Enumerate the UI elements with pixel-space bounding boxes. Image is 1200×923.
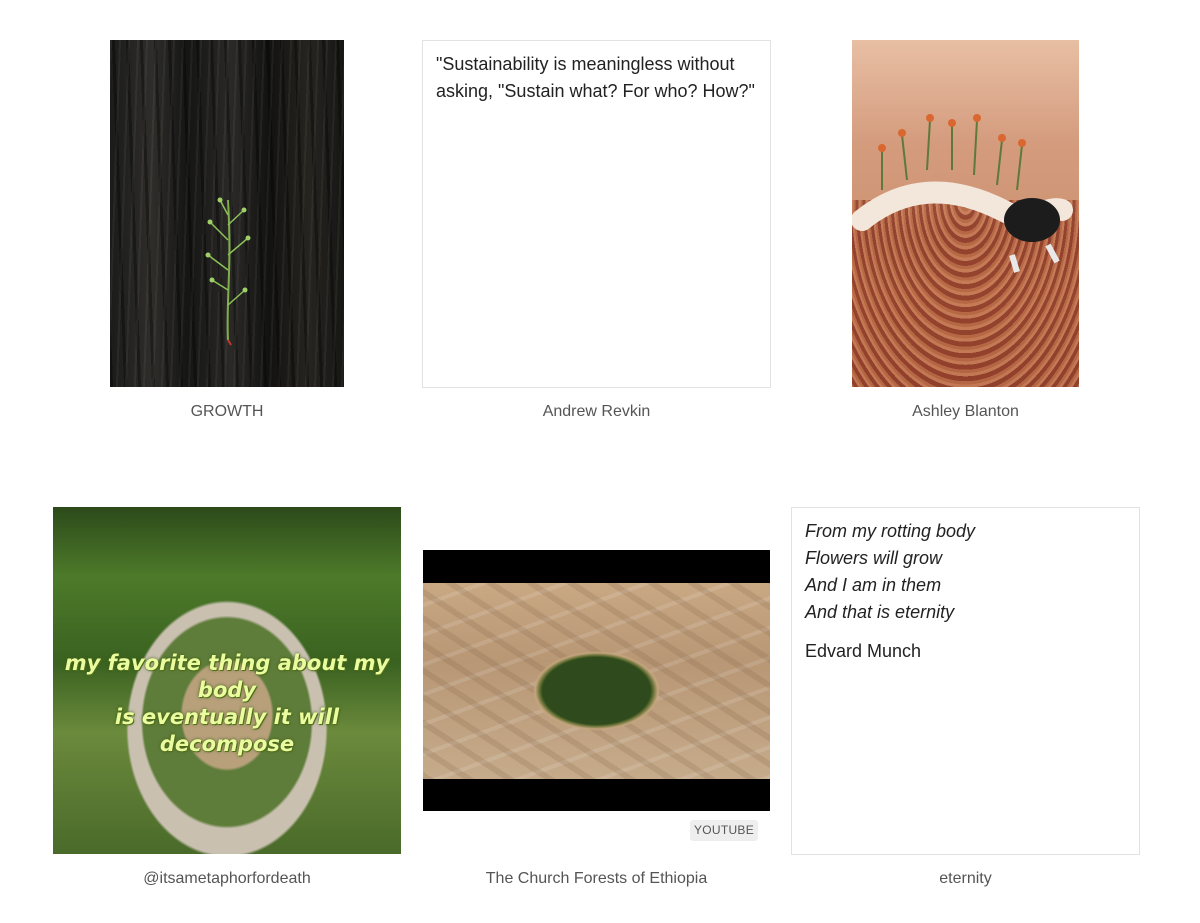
overlay-line-2: is eventually it will decompose [114, 705, 340, 756]
poem-line: And that is eternity [805, 602, 955, 622]
quote-caption[interactable]: Andrew Revkin [422, 403, 771, 421]
youtube-video-embed[interactable] [423, 550, 770, 811]
overlay-line-1: my favorite thing about my body [64, 651, 390, 702]
poem-card[interactable]: From my rotting body Flowers will grow A… [791, 507, 1140, 855]
garden-image[interactable]: my favorite thing about my body is event… [53, 507, 401, 854]
youtube-badge: YOUTUBE [690, 820, 758, 841]
video-caption[interactable]: The Church Forests of Ethiopia [423, 870, 770, 888]
sprig-icon [205, 197, 251, 346]
video-thumbnail[interactable] [423, 583, 770, 779]
growth-caption[interactable]: GROWTH [110, 403, 344, 421]
garden-caption[interactable]: @itsametaphorfordeath [53, 870, 401, 888]
growth-image[interactable] [110, 40, 344, 387]
garden-overlay-text: my favorite thing about my body is event… [53, 650, 401, 758]
poem-line: And I am in them [805, 575, 942, 595]
artwork-caption[interactable]: Ashley Blanton [852, 403, 1079, 421]
quote-card[interactable]: "Sustainability is meaningless without a… [422, 40, 771, 388]
reclining-figure-flowers-icon [852, 114, 1073, 273]
poem-caption[interactable]: eternity [791, 870, 1140, 888]
artwork-image[interactable] [852, 40, 1079, 387]
poem-text: From my rotting body Flowers will grow A… [805, 518, 1126, 626]
poem-line: Flowers will grow [805, 548, 943, 568]
poem-line: From my rotting body [805, 521, 976, 541]
quote-text: "Sustainability is meaningless without a… [436, 54, 755, 101]
poem-author: Edvard Munch [805, 641, 922, 661]
